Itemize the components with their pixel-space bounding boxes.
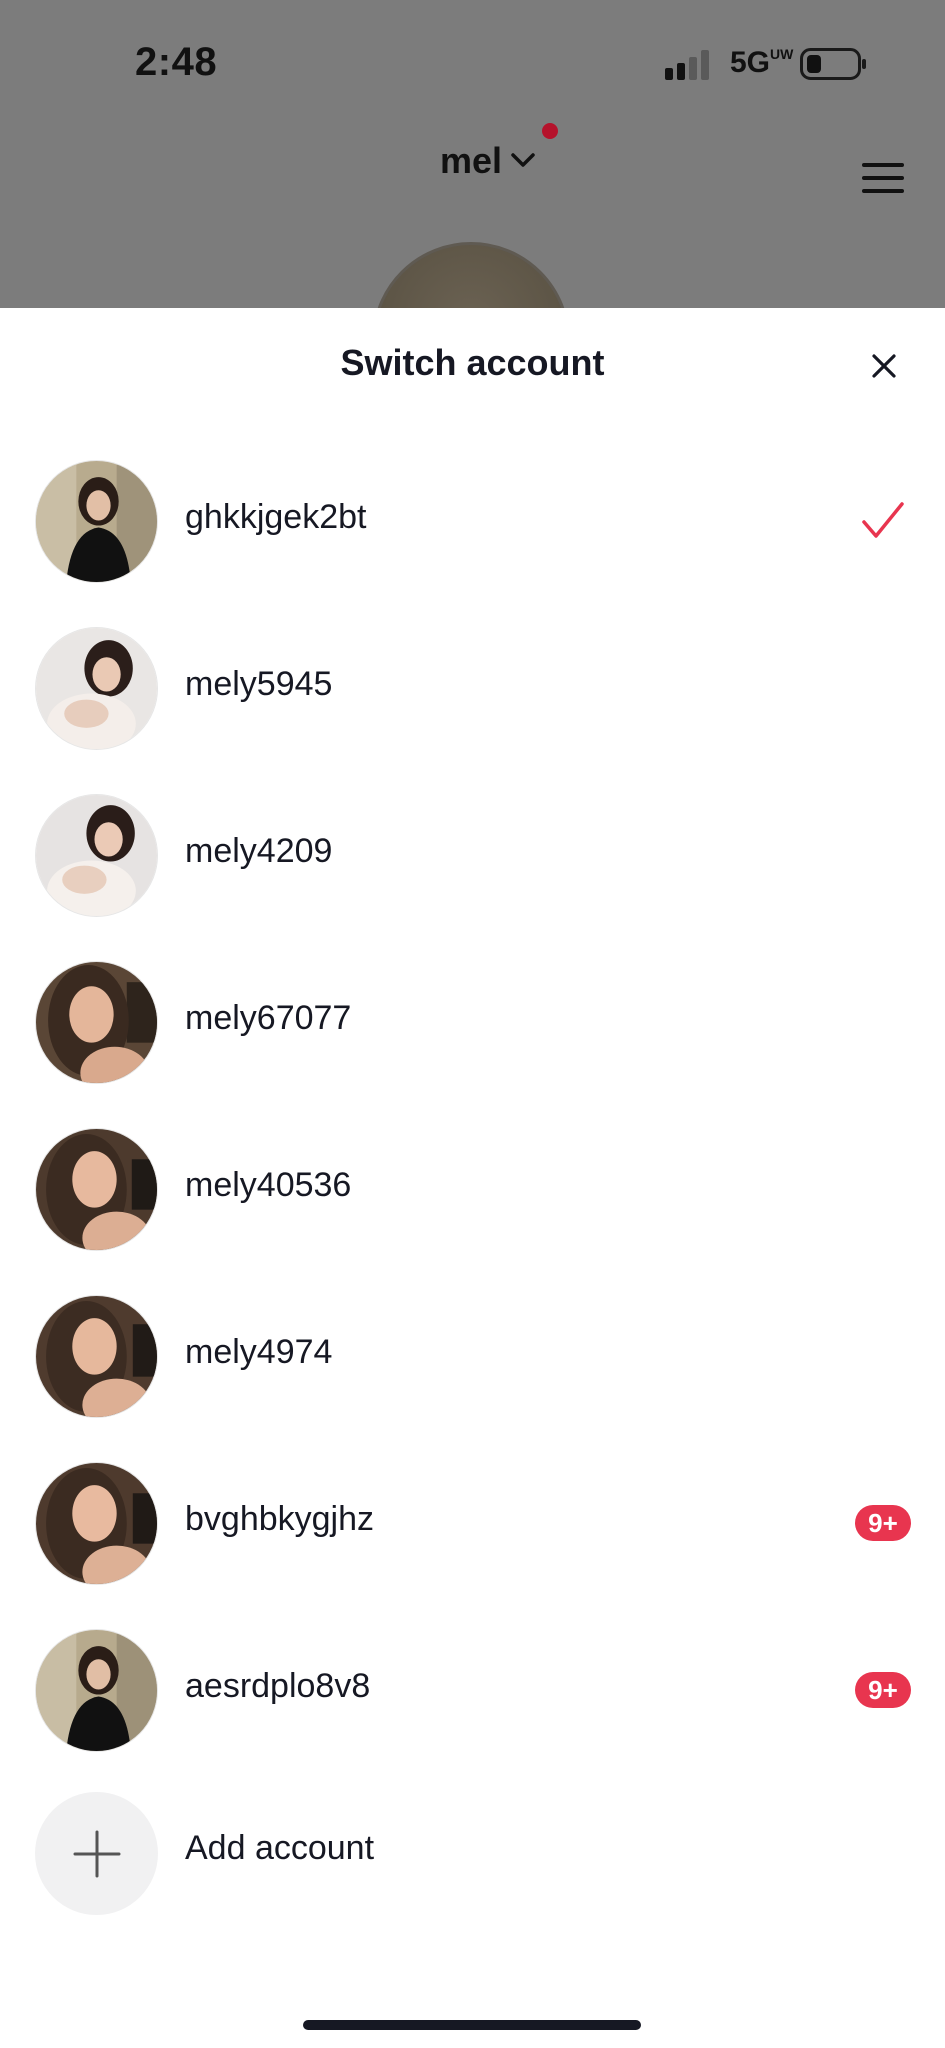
status-time: 2:48: [135, 40, 218, 84]
account-username: mely4209: [185, 832, 333, 870]
battery-icon: [800, 48, 866, 80]
signal-icon: [665, 50, 709, 80]
home-indicator[interactable]: [303, 2020, 641, 2030]
check-icon: [862, 502, 904, 538]
profile-username[interactable]: mel: [440, 140, 502, 182]
close-button[interactable]: [864, 346, 904, 386]
account-row[interactable]: ghkkjgek2bt: [0, 438, 945, 605]
add-account-label: Add account: [185, 1829, 375, 1867]
switch-account-sheet: Switch account ghkkjgek2bt mely5945 mely…: [0, 308, 945, 2048]
avatar: [35, 961, 158, 1084]
close-icon: [872, 354, 896, 378]
account-username: mely40536: [185, 1166, 352, 1204]
account-username: aesrdplo8v8: [185, 1667, 371, 1705]
avatar: [35, 794, 158, 917]
account-row[interactable]: mely5945: [0, 605, 945, 772]
network-label: 5GUW: [730, 46, 793, 80]
network-suffix: UW: [770, 46, 794, 62]
add-account-button[interactable]: Add account: [0, 1774, 945, 1941]
account-row[interactable]: aesrdplo8v8 9+: [0, 1607, 945, 1774]
notification-badge: 9+: [855, 1505, 911, 1541]
profile-background: 2:48 5GUW mel: [0, 0, 945, 440]
notification-badge: 9+: [855, 1672, 911, 1708]
account-username: mely67077: [185, 999, 352, 1037]
avatar: [35, 1295, 158, 1418]
avatar: [35, 460, 158, 583]
network-type: 5G: [730, 46, 771, 79]
notification-dot: [542, 123, 558, 139]
account-row[interactable]: mely4209: [0, 772, 945, 939]
account-username: ghkkjgek2bt: [185, 498, 367, 536]
sheet-title: Switch account: [340, 342, 605, 383]
account-row[interactable]: mely67077: [0, 939, 945, 1106]
chevron-down-icon[interactable]: [510, 150, 536, 170]
plus-icon: [73, 1830, 120, 1877]
account-row[interactable]: mely4974: [0, 1273, 945, 1440]
avatar: [35, 1629, 158, 1752]
account-row[interactable]: mely40536: [0, 1106, 945, 1273]
account-row[interactable]: bvghbkygjhz 9+: [0, 1440, 945, 1607]
account-list: ghkkjgek2bt mely5945 mely4209 mely67077 …: [0, 438, 945, 1941]
add-account-circle: [35, 1792, 158, 1915]
screen: 2:48 5GUW mel Switch account ghkkjgek2bt…: [0, 0, 945, 2048]
account-username: mely5945: [185, 665, 333, 703]
account-username: mely4974: [185, 1333, 333, 1371]
avatar: [35, 1128, 158, 1251]
account-username: bvghbkygjhz: [185, 1500, 375, 1538]
avatar: [35, 1462, 158, 1585]
menu-icon[interactable]: [862, 162, 904, 194]
avatar: [35, 627, 158, 750]
